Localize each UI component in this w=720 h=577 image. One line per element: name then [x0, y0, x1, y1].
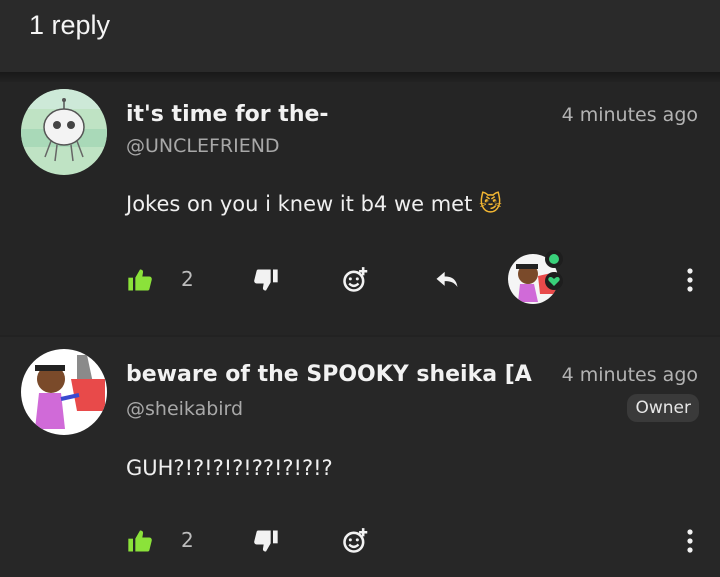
heart-icon [545, 272, 563, 290]
comment-item: beware of the SPOOKY sheika [A @sheikabi… [0, 337, 720, 577]
avatar[interactable] [21, 349, 107, 435]
like-count: 2 [181, 267, 194, 291]
thumbs-down-icon[interactable] [252, 527, 280, 555]
more-options-icon[interactable] [676, 266, 704, 294]
replies-count-title: 1 reply [29, 10, 111, 40]
cat-smirk-emoji: 😼 [479, 192, 502, 217]
replies-header: 1 reply [0, 0, 720, 72]
comment-item: it's time for the- @UNCLEFRIEND 4 minute… [0, 82, 720, 335]
thumbs-up-icon[interactable] [126, 527, 154, 555]
avatar[interactable] [21, 89, 107, 175]
reply-badge [545, 250, 563, 268]
author-name[interactable]: it's time for the- [126, 102, 329, 127]
timestamp: 4 minutes ago [561, 104, 698, 126]
comment-body: Jokes on you i knew it b4 we met [126, 192, 473, 216]
reply-icon[interactable] [433, 266, 461, 294]
author-handle[interactable]: @sheikabird [126, 398, 243, 420]
author-handle[interactable]: @UNCLEFRIEND [126, 135, 280, 157]
add-reaction-icon[interactable] [341, 266, 369, 294]
comment-text: GUH?!?!?!?!??!?!?!? [126, 456, 333, 480]
timestamp: 4 minutes ago [549, 364, 698, 386]
add-reaction-icon[interactable] [341, 527, 369, 555]
header-divider [0, 72, 720, 82]
comment-actions: 2 [0, 250, 720, 304]
comment-text: Jokes on you i knew it b4 we met 😼 [126, 192, 502, 217]
like-count: 2 [181, 528, 194, 552]
comment-actions: 2 [0, 521, 720, 561]
author-name[interactable]: beware of the SPOOKY sheika [A [126, 362, 536, 387]
thumbs-up-icon[interactable] [126, 266, 154, 294]
thumbs-down-icon[interactable] [252, 266, 280, 294]
owner-badge: Owner [627, 394, 699, 422]
more-options-icon[interactable] [676, 527, 704, 555]
